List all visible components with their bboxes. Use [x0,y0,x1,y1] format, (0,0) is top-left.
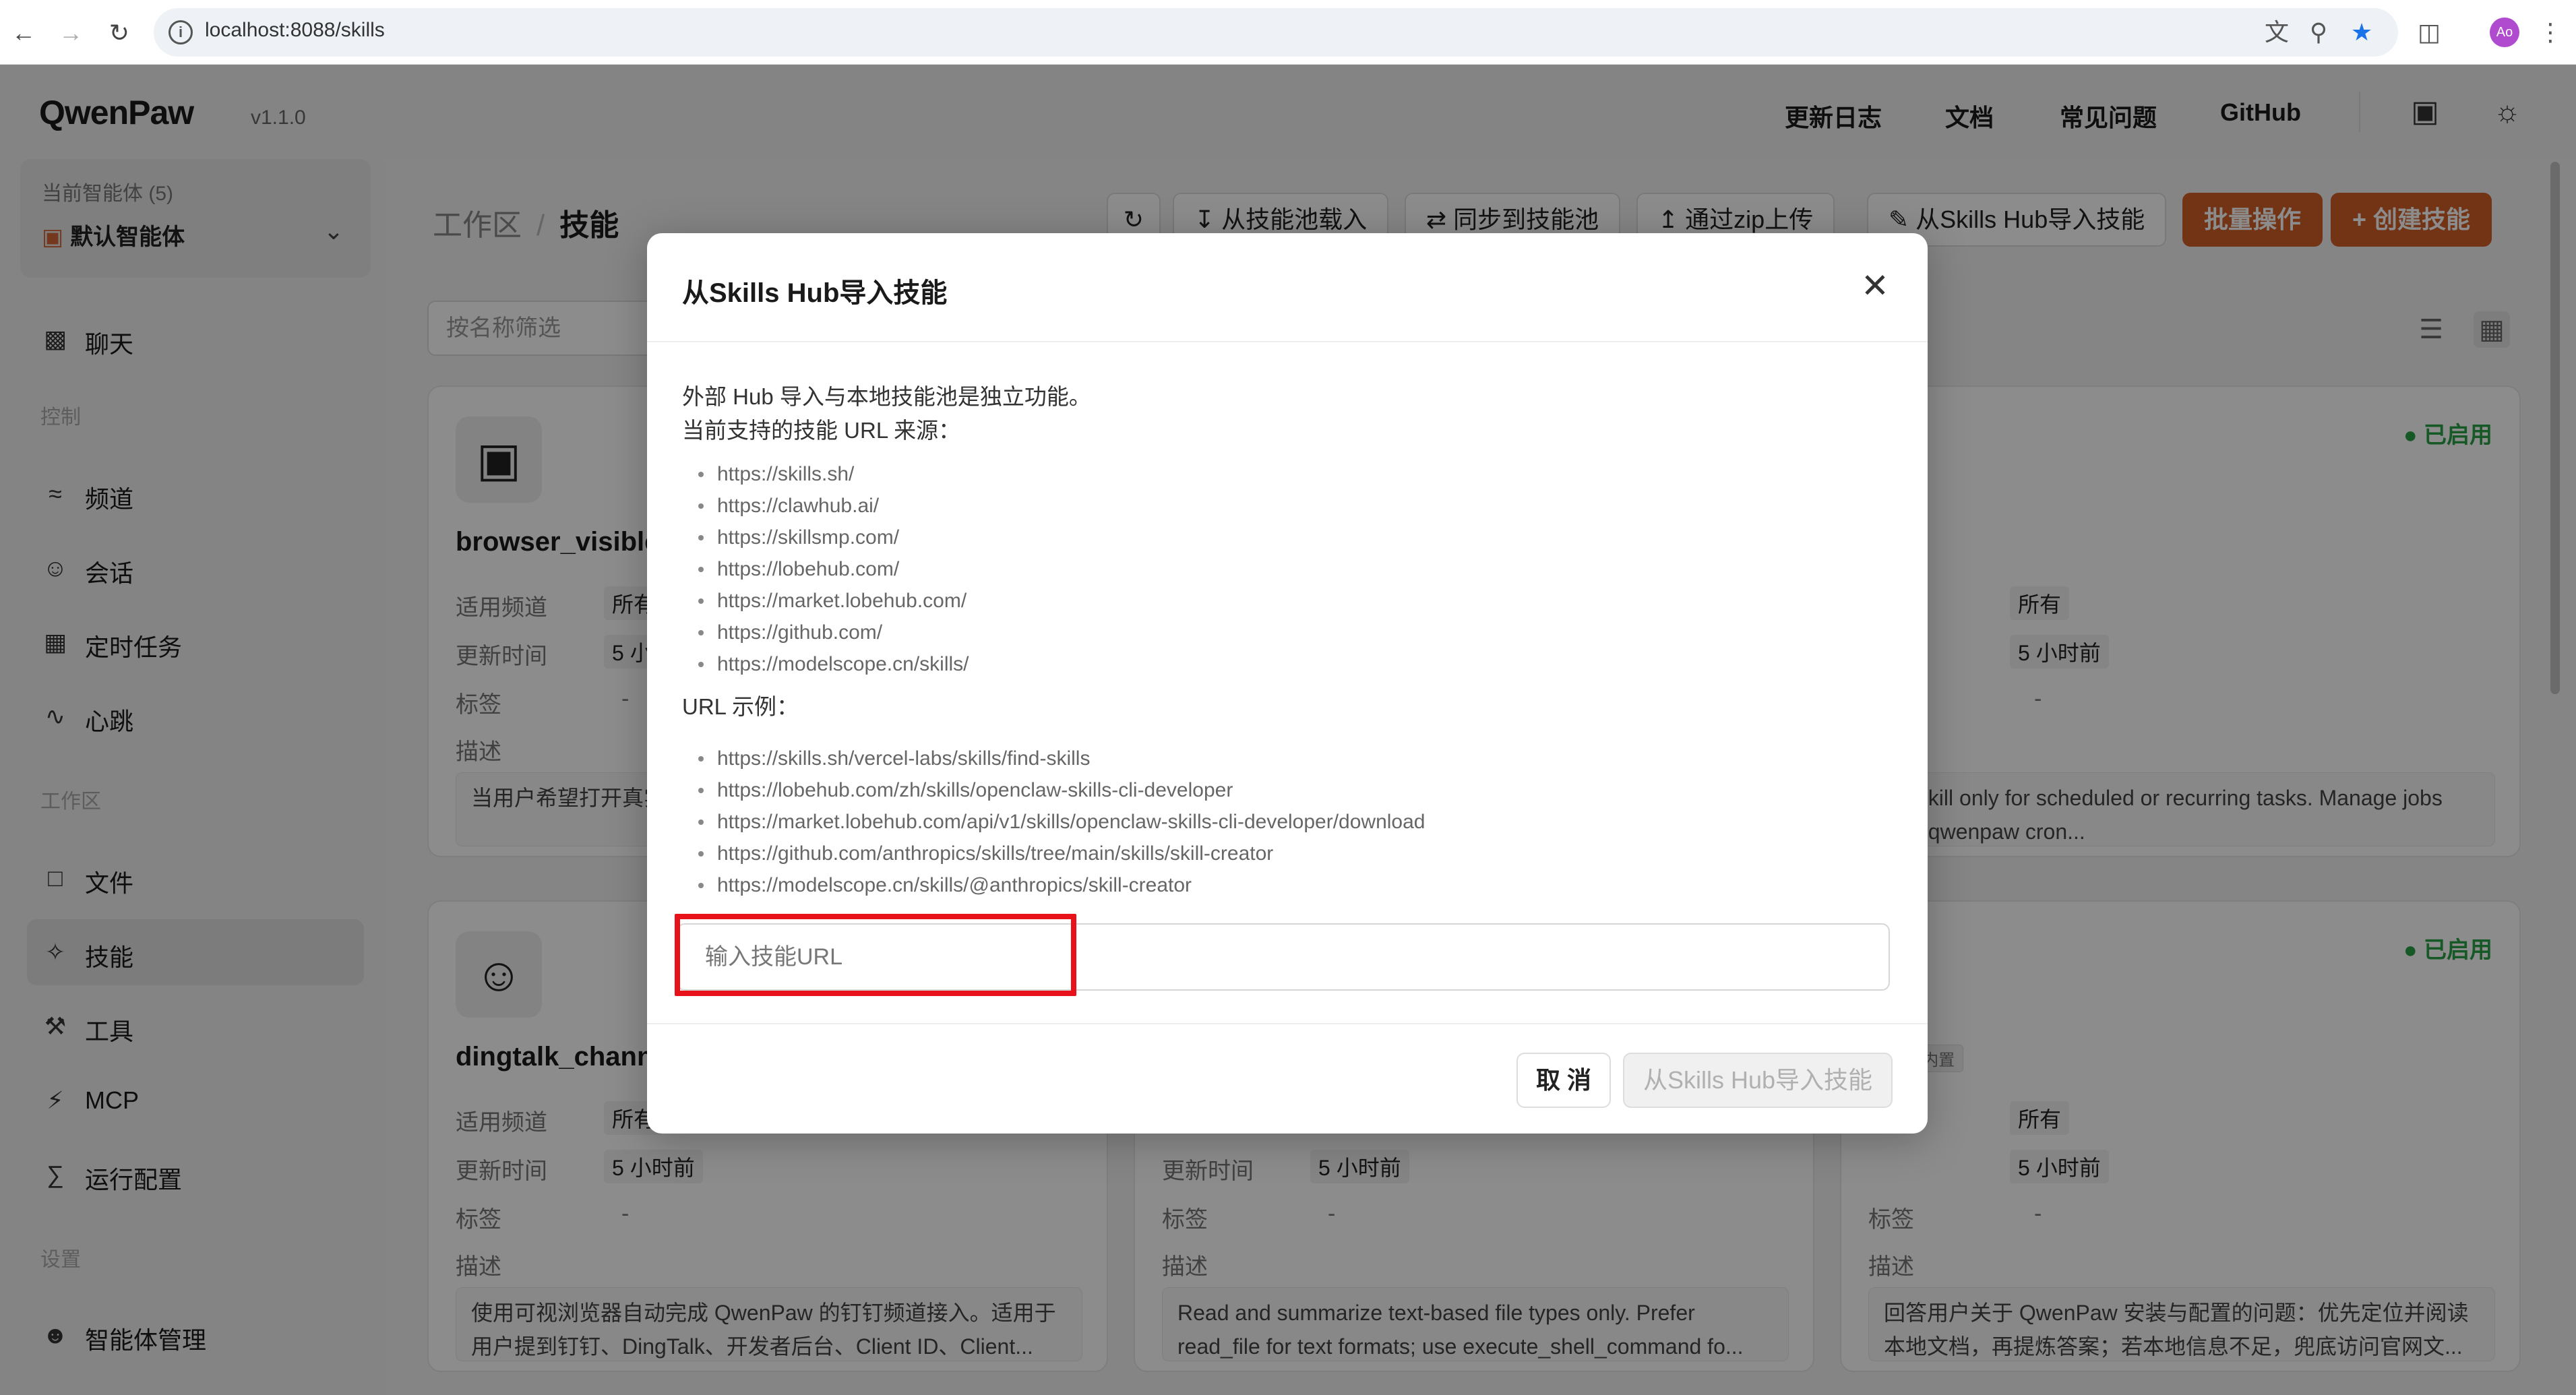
list-item: https://market.lobehub.com/ [698,585,969,617]
profile-avatar[interactable]: Ao [2490,18,2519,47]
import-hub-dialog: 从Skills Hub导入技能 ✕ 外部 Hub 导入与本地技能池是独立功能。 … [647,233,1928,1134]
back-icon[interactable]: ← [7,16,40,50]
intro-line: 当前支持的技能 URL 来源： [682,418,961,443]
translate-icon[interactable]: 文 [2261,16,2293,49]
list-item: https://github.com/ [698,617,969,648]
list-item: https://skillsmp.com/ [698,522,969,553]
import-submit-button[interactable]: 从Skills Hub导入技能 [1623,1053,1893,1108]
site-info-icon[interactable]: i [168,20,193,44]
annotation-highlight-box [675,914,1076,996]
dialog-title: 从Skills Hub导入技能 [682,278,948,308]
list-item: https://modelscope.cn/skills/@anthropics… [698,869,1425,901]
list-item: https://lobehub.com/ [698,553,969,585]
url-text[interactable]: localhost:8088/skills [205,19,385,42]
source-list: https://skills.sh/ https://clawhub.ai/ h… [698,458,969,680]
intro-line: 外部 Hub 导入与本地技能池是独立功能。 [682,384,1091,409]
dialog-header: 从Skills Hub导入技能 ✕ [647,233,1928,342]
forward-icon[interactable]: → [54,16,88,50]
list-item: https://lobehub.com/zh/skills/openclaw-s… [698,774,1425,806]
list-item: https://market.lobehub.com/api/v1/skills… [698,806,1425,838]
list-item: https://github.com/anthropics/skills/tre… [698,838,1425,869]
cancel-button[interactable]: 取 消 [1516,1053,1611,1108]
examples-title: URL 示例： [682,694,799,719]
example-list: https://skills.sh/vercel-labs/skills/fin… [698,743,1425,901]
close-icon[interactable]: ✕ [1855,266,1895,306]
extensions-icon[interactable]: ◫ [2413,16,2445,49]
list-item: https://clawhub.ai/ [698,490,969,522]
bookmark-star-icon[interactable]: ★ [2345,16,2378,49]
dialog-footer-divider [647,1023,1928,1024]
menu-icon[interactable]: ⋮ [2534,16,2567,49]
zoom-icon[interactable]: ⚲ [2302,16,2335,49]
reload-icon[interactable]: ↻ [102,16,136,50]
list-item: https://skills.sh/vercel-labs/skills/fin… [698,743,1425,774]
address-bar[interactable]: i localhost:8088/skills [154,8,2398,57]
list-item: https://skills.sh/ [698,458,969,490]
dialog-intro: 外部 Hub 导入与本地技能池是独立功能。 当前支持的技能 URL 来源： [682,380,1091,447]
list-item: https://modelscope.cn/skills/ [698,648,969,680]
browser-toolbar: ← → ↻ i localhost:8088/skills 文 ⚲ ★ ◫ Ao… [0,0,2576,65]
